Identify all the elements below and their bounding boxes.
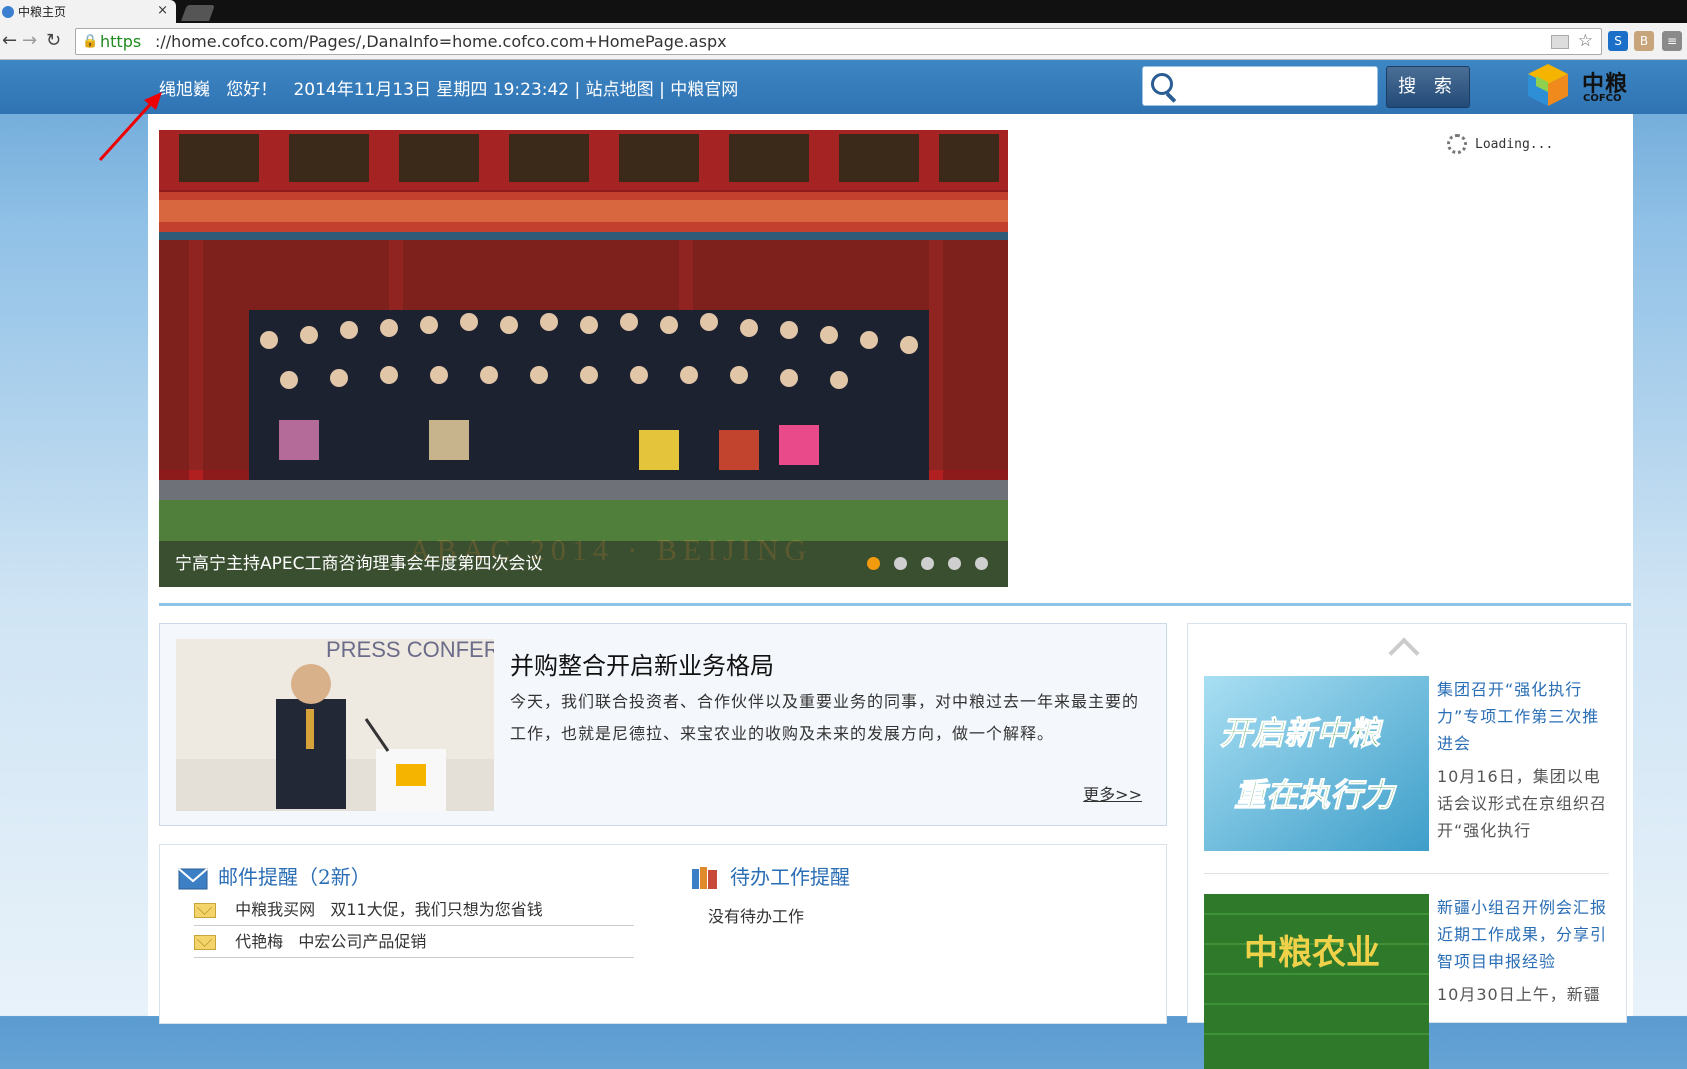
slide-caption[interactable]: 宁高宁主持APEC工商咨询理事会年度第四次会议 — [159, 541, 1008, 587]
todo-empty-text: 没有待办工作 — [708, 907, 805, 926]
news-title[interactable]: 新疆小组召开例会汇报近期工作成果，分享引智项目申报经验 — [1437, 894, 1612, 975]
bookmark-star-icon[interactable]: ☆ — [1578, 29, 1593, 54]
official-site-link[interactable]: 中粮官网 — [670, 80, 738, 100]
slider-dot[interactable] — [867, 557, 880, 570]
slider-dot[interactable] — [948, 557, 961, 570]
separator: | — [659, 80, 665, 100]
news-item[interactable]: 中粮农业 新疆小组召开例会汇报近期工作成果，分享引智项目申报经验 10月30日上… — [1204, 894, 1614, 1069]
browser-tab[interactable]: 中粮主页 × — [0, 0, 176, 23]
user-greeting: 绳旭巍 您好！ 2014年11月13日 星期四 19:23:42 | 站点地图 … — [159, 75, 738, 100]
ie-favicon-icon — [2, 5, 14, 18]
news-list: 开启新中粮 重在执行力 集团召开“强化执行力”专项工作第三次推进会 10月16日… — [1187, 623, 1627, 1069]
cofco-logo[interactable]: 中粮 COFCO — [1526, 62, 1636, 112]
reload-icon[interactable]: ↻ — [46, 30, 61, 51]
mail-item[interactable]: 中粮我买网 双11大促，我们只想为您省钱 — [194, 895, 634, 926]
search-icon — [1151, 73, 1173, 95]
slider-dot[interactable] — [921, 557, 934, 570]
slide-photo: ABAC 2014 · BEIJING — [159, 130, 1008, 587]
slider-dots — [867, 557, 988, 570]
feature-photo-image: PRESS CONFERENCE CLOSE OF OVE — [176, 639, 494, 811]
slider-dot[interactable] — [894, 557, 907, 570]
tab-title: 中粮主页 — [18, 5, 67, 19]
envelope-icon — [194, 935, 216, 950]
news-thumbnail-image: 开启新中粮 重在执行力 — [1204, 676, 1429, 851]
browser-toolbar: ← → ↻ 🔒 https ://home.cofco.com/Pages/,D… — [0, 23, 1687, 60]
news-thumbnail-image: 中粮农业 — [1204, 894, 1429, 1069]
extension-translate-icon[interactable]: B — [1634, 31, 1654, 51]
loading-text: Loading... — [1475, 136, 1554, 152]
tab-close-icon[interactable]: × — [157, 3, 168, 18]
current-datetime: 2014年11月13日 星期四 19:23:42 — [293, 80, 570, 100]
sitemap-link[interactable]: 站点地图 — [586, 80, 654, 100]
url-path: ://home.cofco.com/Pages/,DanaInfo=home.c… — [155, 32, 727, 51]
extension-menu-icon[interactable]: ≡ — [1662, 31, 1682, 51]
search-input[interactable] — [1183, 73, 1373, 99]
mail-sender: 代艳梅 — [235, 932, 284, 951]
lock-icon: 🔒 — [82, 34, 99, 49]
todo-reminder-title[interactable]: 待办工作提醒 — [730, 861, 850, 890]
url-scheme: https — [100, 32, 142, 51]
search-button[interactable]: 搜 索 — [1386, 66, 1470, 108]
envelope-icon — [194, 903, 216, 918]
thumbnail-text: 开启新中粮 — [1220, 714, 1384, 752]
mail-icon — [178, 868, 208, 890]
photo-text: PRESS CONFERENCE CLOSE OF OVE — [326, 639, 494, 662]
spinner-icon — [1447, 134, 1467, 154]
mail-item[interactable]: 代艳梅 中宏公司产品促销 — [194, 927, 634, 958]
page-action-icon[interactable] — [1551, 35, 1569, 49]
news-excerpt: 10月16日，集团以电话会议形式在京组织召开“强化执行 — [1437, 767, 1608, 840]
separator: | — [574, 80, 581, 100]
slide-caption-text: 宁高宁主持APEC工商咨询理事会年度第四次会议 — [175, 554, 543, 574]
section-divider — [159, 603, 1631, 606]
new-tab-button[interactable] — [181, 5, 215, 21]
content-panel: ABAC 2014 · BEIJING 宁高宁主持APEC工商咨询理事会年度第四… — [148, 114, 1633, 1069]
news-item[interactable]: 开启新中粮 重在执行力 集团召开“强化执行力”专项工作第三次推进会 10月16日… — [1204, 676, 1614, 851]
extension-skype-icon[interactable]: S — [1608, 31, 1628, 51]
mail-subject: 中宏公司产品促销 — [298, 932, 427, 951]
thumbnail-text: 重在执行力 — [1234, 776, 1397, 814]
slider-dot[interactable] — [975, 557, 988, 570]
feature-summary: 今天，我们联合投资者、合作伙伴以及重要业务的同事，对中粮过去一年来最主要的工作，… — [510, 692, 1140, 743]
mail-sender: 中粮我买网 — [235, 900, 316, 919]
loading-indicator: Loading... — [1447, 134, 1553, 154]
news-separator — [1204, 873, 1609, 874]
feature-title[interactable]: 并购整合开启新业务格局 — [510, 646, 774, 681]
news-thumbnail[interactable]: 开启新中粮 重在执行力 — [1204, 676, 1429, 851]
reminder-box: 邮件提醒（2新） 中粮我买网 双11大促，我们只想为您省钱 代艳梅 中宏公司产品… — [159, 844, 1167, 1024]
mail-reminder-title[interactable]: 邮件提醒（2新） — [218, 861, 371, 890]
news-title[interactable]: 集团召开“强化执行力”专项工作第三次推进会 — [1437, 676, 1612, 757]
search-box — [1142, 66, 1378, 106]
logo-english-text: COFCO — [1583, 93, 1622, 104]
site-header: 绳旭巍 您好！ 2014年11月13日 星期四 19:23:42 | 站点地图 … — [0, 60, 1687, 114]
thumbnail-text: 中粮农业 — [1244, 933, 1380, 973]
more-link[interactable]: 更多>> — [1083, 781, 1142, 805]
news-slider[interactable]: ABAC 2014 · BEIJING 宁高宁主持APEC工商咨询理事会年度第四… — [159, 130, 1008, 587]
books-icon — [692, 867, 717, 889]
news-thumbnail[interactable]: 中粮农业 — [1204, 894, 1429, 1069]
forward-arrow-icon[interactable]: → — [22, 30, 37, 51]
back-arrow-icon[interactable]: ← — [2, 30, 17, 51]
feature-photo[interactable]: PRESS CONFERENCE CLOSE OF OVE — [176, 639, 494, 811]
greeting-text: 您好！ — [226, 80, 278, 100]
news-excerpt: 10月30日上午，新疆 — [1437, 985, 1601, 1004]
mail-subject: 双11大促，我们只想为您省钱 — [330, 900, 543, 919]
scroll-up-icon[interactable] — [1388, 637, 1420, 669]
feature-article: PRESS CONFERENCE CLOSE OF OVE 并购整合开启新业务格… — [159, 623, 1167, 826]
cofco-cube-icon — [1528, 64, 1568, 106]
browser-tabstrip: 中粮主页 × — [0, 0, 1687, 23]
address-bar[interactable]: 🔒 https ://home.cofco.com/Pages/,DanaInf… — [75, 28, 1602, 55]
